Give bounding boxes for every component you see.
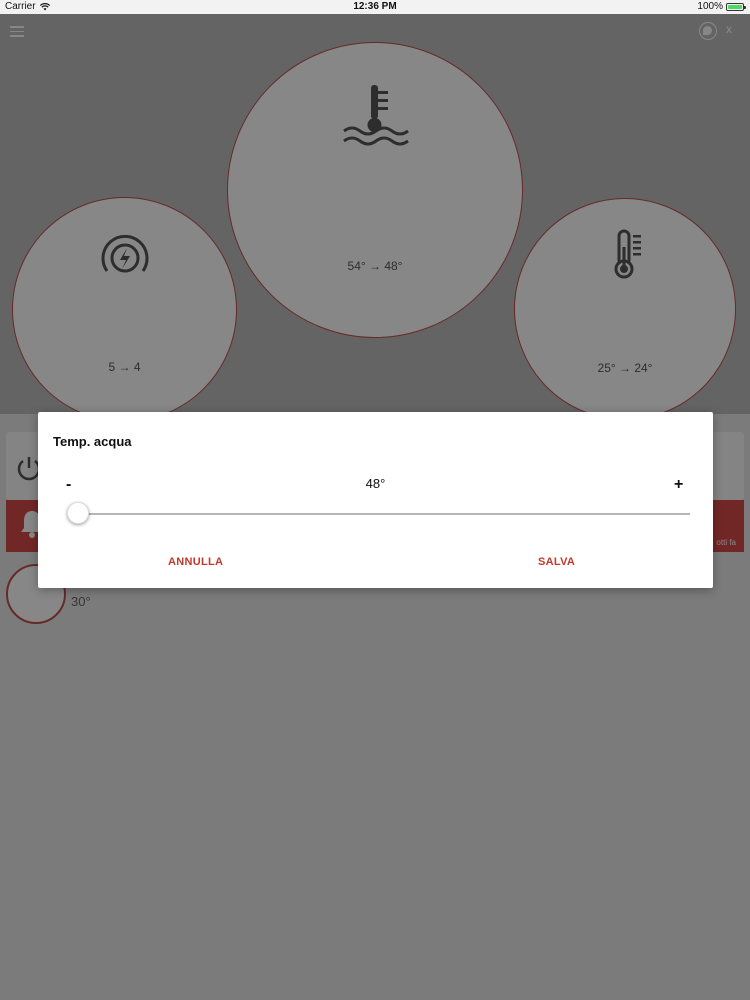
battery-icon [726,2,746,11]
increase-button[interactable]: + [674,476,683,494]
dialog-title: Temp. acqua [53,434,132,449]
temperature-slider-thumb[interactable] [67,502,89,524]
temperature-slider-track[interactable] [68,513,690,515]
save-button[interactable]: SALVA [538,556,575,568]
clock: 12:36 PM [353,1,397,12]
battery-status: 100% [697,1,746,12]
cancel-button[interactable]: ANNULLA [168,556,223,568]
temperature-dialog: Temp. acqua - 48° + ANNULLA SALVA [38,412,713,588]
battery-percentage: 100% [697,1,723,12]
status-bar: Carrier 12:36 PM 100% [0,0,750,14]
temperature-value: 48° [365,476,386,491]
